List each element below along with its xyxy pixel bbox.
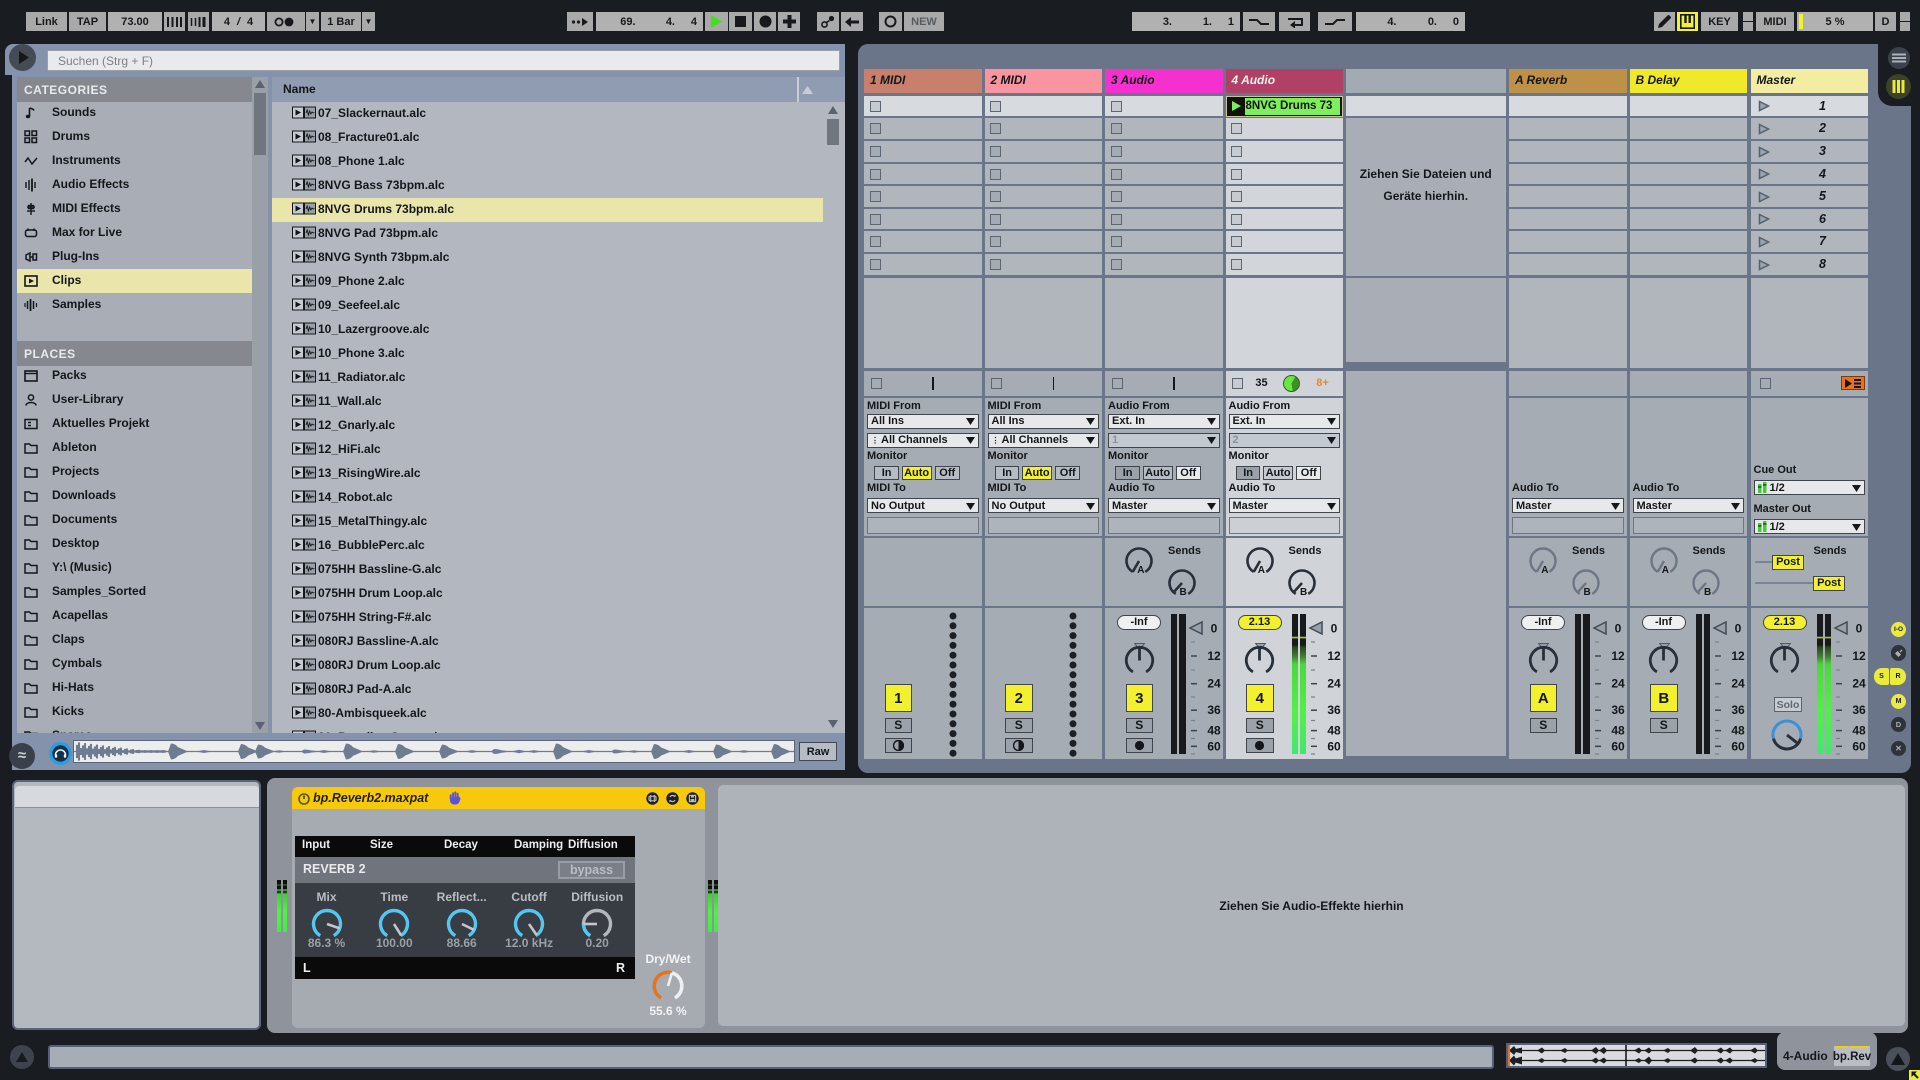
svg-text:0: 0 <box>1735 621 1742 635</box>
svg-text:48: 48 <box>1611 724 1625 738</box>
svg-text:36: 36 <box>1327 703 1341 717</box>
svg-text:12: 12 <box>1852 649 1866 663</box>
svg-text:36: 36 <box>1611 703 1625 717</box>
svg-text:48: 48 <box>1731 724 1745 738</box>
svg-text:12: 12 <box>1327 649 1341 663</box>
svg-text:36: 36 <box>1207 703 1221 717</box>
svg-text:60: 60 <box>1852 739 1866 753</box>
svg-text:48: 48 <box>1327 724 1341 738</box>
svg-text:12: 12 <box>1207 649 1221 663</box>
svg-text:0: 0 <box>1856 621 1863 635</box>
svg-text:12: 12 <box>1611 649 1625 663</box>
svg-text:0: 0 <box>1331 621 1338 635</box>
svg-text:60: 60 <box>1327 739 1341 753</box>
svg-text:48: 48 <box>1852 724 1866 738</box>
svg-text:36: 36 <box>1852 703 1866 717</box>
svg-text:36: 36 <box>1731 703 1745 717</box>
svg-text:24: 24 <box>1731 677 1745 691</box>
svg-text:48: 48 <box>1207 724 1221 738</box>
svg-text:60: 60 <box>1207 739 1221 753</box>
svg-text:60: 60 <box>1611 739 1625 753</box>
svg-text:24: 24 <box>1611 677 1625 691</box>
svg-text:24: 24 <box>1852 677 1866 691</box>
svg-text:60: 60 <box>1731 739 1745 753</box>
svg-text:24: 24 <box>1207 677 1221 691</box>
svg-text:24: 24 <box>1327 677 1341 691</box>
svg-text:0: 0 <box>1614 621 1621 635</box>
svg-text:12: 12 <box>1731 649 1745 663</box>
svg-text:0: 0 <box>1210 621 1217 635</box>
